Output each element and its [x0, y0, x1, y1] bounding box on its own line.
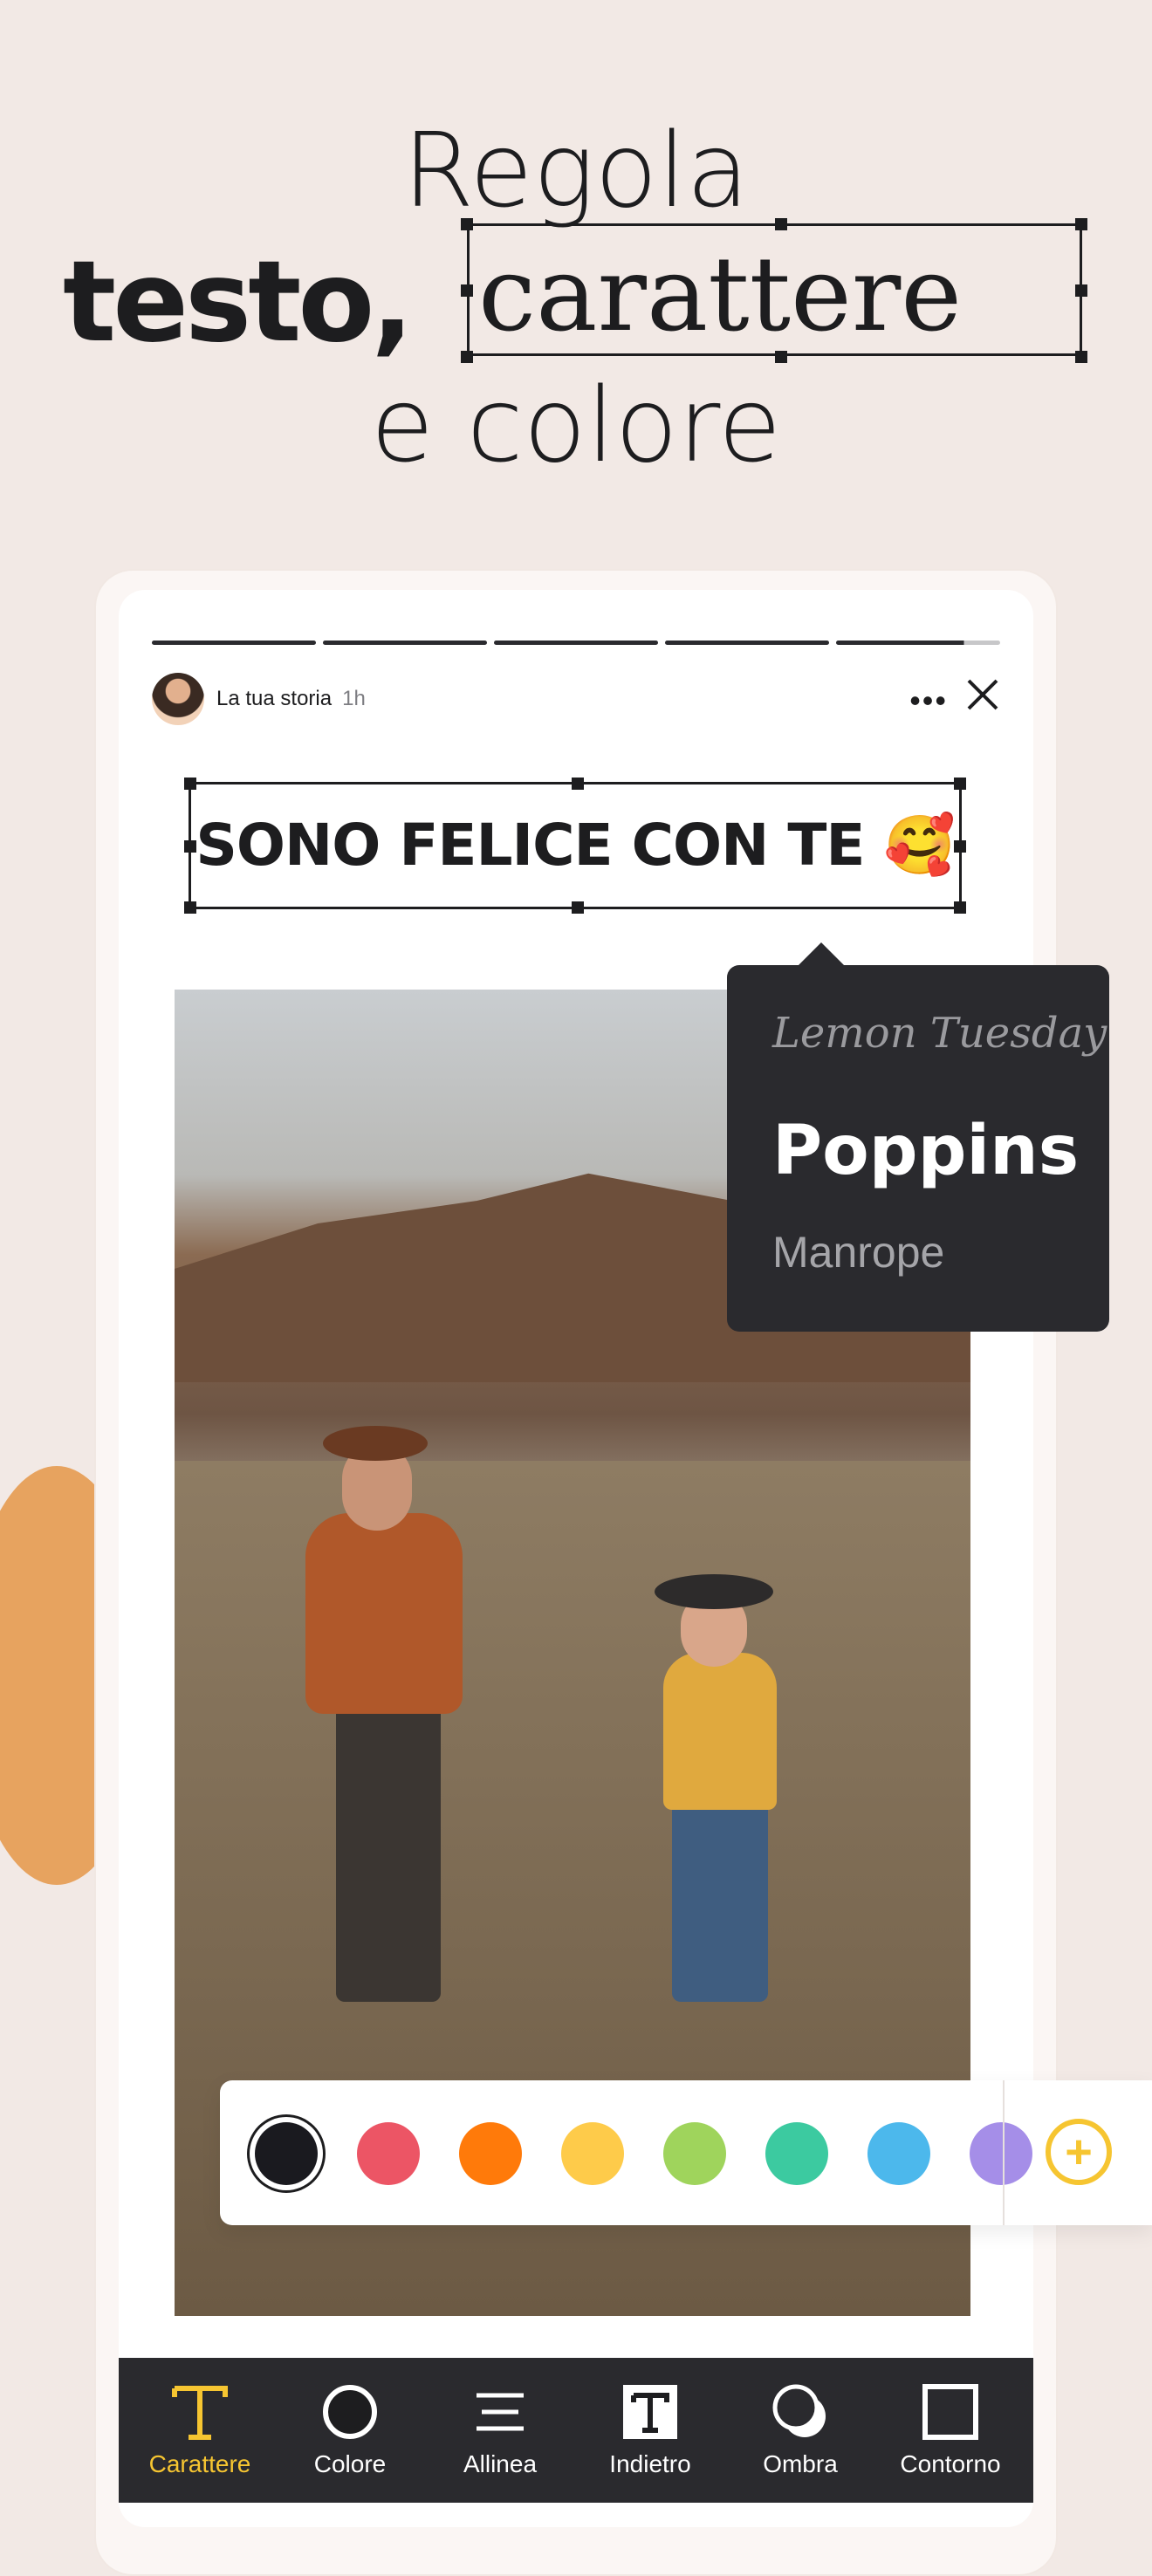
selection-handle [1075, 351, 1087, 363]
text-box-handle[interactable] [184, 778, 196, 790]
selection-handle [461, 284, 473, 297]
color-swatch[interactable] [561, 2122, 624, 2185]
align-lines-icon [426, 2379, 574, 2445]
tool-label: Colore [313, 2450, 387, 2477]
color-swatch[interactable] [459, 2122, 522, 2185]
text-t-icon [126, 2379, 274, 2445]
font-menu: Lemon Tuesday Poppins Manrope [727, 942, 1109, 1332]
tool-contorno[interactable]: Contorno [876, 2379, 1025, 2478]
text-box-handle[interactable] [572, 901, 584, 914]
color-swatch[interactable] [867, 2122, 930, 2185]
tool-carattere[interactable]: Carattere [126, 2379, 274, 2478]
text-box-handle[interactable] [184, 840, 196, 853]
font-option-manrope[interactable]: Manrope [772, 1227, 944, 1278]
selection-handle [1075, 218, 1087, 230]
headline-line3: e colore [370, 365, 782, 485]
tool-ombra[interactable]: Ombra [726, 2379, 874, 2478]
color-swatch[interactable] [255, 2122, 318, 2185]
palette-divider [1003, 2080, 1005, 2225]
photo-person [672, 1792, 768, 2002]
headline-serif-word: carattere [478, 234, 963, 354]
tool-indietro[interactable]: Indietro [576, 2379, 724, 2478]
bottom-toolbar: Carattere Colore Allinea Indietro Ombra … [119, 2358, 1033, 2503]
photo-person [323, 1426, 428, 1461]
text-background-icon [576, 2379, 724, 2445]
story-text-box[interactable]: SONO FELICE CON TE 🥰 [184, 778, 966, 914]
tool-colore[interactable]: Colore [276, 2379, 424, 2478]
progress-segment [323, 641, 487, 645]
font-option-poppins[interactable]: Poppins [772, 1112, 1079, 1190]
tool-label: Allinea [463, 2450, 538, 2477]
story-name: La tua storia [216, 687, 333, 710]
text-box-handle[interactable] [954, 840, 966, 853]
selection-handle [461, 218, 473, 230]
selection-handle [461, 351, 473, 363]
story-progress [152, 641, 1000, 646]
progress-segment [152, 641, 316, 645]
photo-person [305, 1513, 463, 1714]
text-box-handle[interactable] [954, 778, 966, 790]
add-circle-icon[interactable]: + [1046, 2119, 1112, 2185]
photo-person [336, 1705, 441, 2002]
color-swatch[interactable] [357, 2122, 420, 2185]
color-palette: + [220, 2080, 1152, 2225]
tool-allinea[interactable]: Allinea [426, 2379, 574, 2478]
story-time: 1h [342, 687, 366, 710]
headline-bold-word: testo, [63, 237, 414, 367]
tool-label: Carattere [148, 2450, 251, 2477]
story-text[interactable]: SONO FELICE CON TE 🥰 [195, 812, 955, 880]
headline-line2: testo, carattere [0, 218, 1152, 368]
tool-label: Indietro [609, 2450, 691, 2477]
story-header: La tua storia 1h ••• [152, 670, 1000, 728]
tool-label: Contorno [900, 2450, 1001, 2477]
selection-handle [775, 218, 787, 230]
headline: Regola testo, carattere e colore [0, 113, 1152, 482]
shadow-icon [726, 2379, 874, 2445]
color-swatch[interactable] [970, 2122, 1032, 2185]
tool-label: Ombra [763, 2450, 838, 2477]
text-box-handle[interactable] [954, 901, 966, 914]
avatar[interactable] [152, 673, 204, 725]
close-icon[interactable] [965, 677, 1000, 712]
color-swatch[interactable] [663, 2122, 726, 2185]
text-box-handle[interactable] [184, 901, 196, 914]
progress-segment [836, 641, 1000, 645]
text-box-handle[interactable] [572, 778, 584, 790]
outline-icon [876, 2379, 1025, 2445]
progress-segment [494, 641, 658, 645]
headline-line1: Regola [402, 110, 750, 230]
photo-person [655, 1574, 773, 1609]
more-dots-icon[interactable]: ••• [909, 682, 948, 719]
color-swatch[interactable] [765, 2122, 828, 2185]
story-screen: La tua storia 1h ••• SONO FELICE CON TE … [119, 590, 1033, 2527]
selection-handle [1075, 284, 1087, 297]
font-option-lemon-tuesday[interactable]: Lemon Tuesday [772, 1009, 1107, 1058]
progress-segment [665, 641, 829, 645]
photo-person [663, 1653, 777, 1810]
color-circle-icon [276, 2379, 424, 2445]
